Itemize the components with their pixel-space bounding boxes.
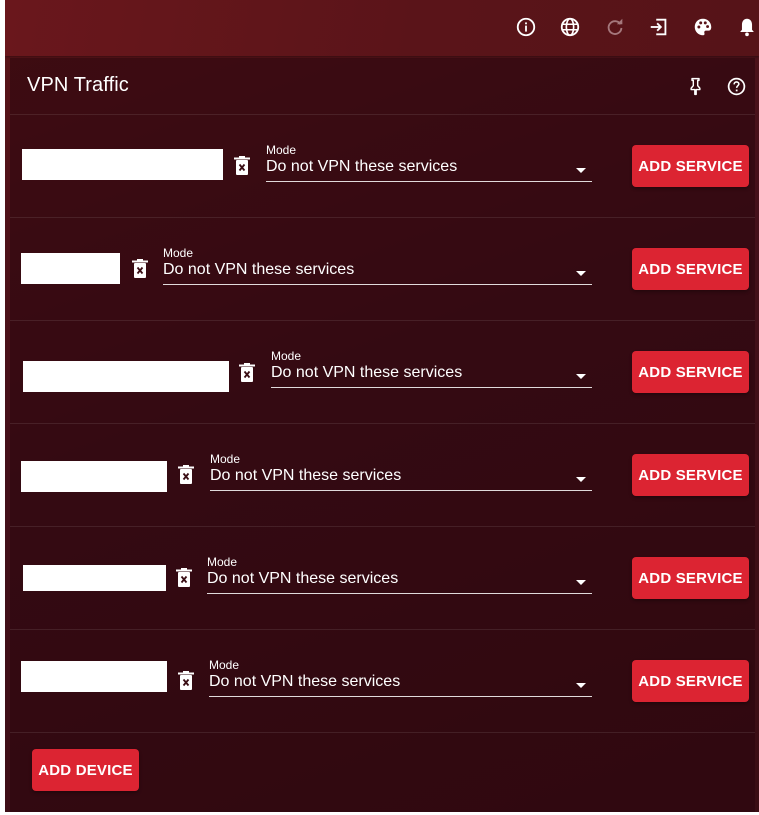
select-underline bbox=[210, 490, 592, 491]
select-underline bbox=[207, 593, 592, 594]
info-icon[interactable] bbox=[513, 14, 539, 40]
card-title: VPN Traffic bbox=[27, 74, 129, 96]
mode-value: Do not VPN these services bbox=[266, 158, 458, 175]
device-row: Mode Do not VPN these services ADD SERVI… bbox=[10, 424, 755, 527]
add-service-button[interactable]: ADD SERVICE bbox=[632, 454, 749, 496]
mode-value: Do not VPN these services bbox=[210, 467, 402, 484]
device-row: Mode Do not VPN these services ADD SERVI… bbox=[10, 630, 755, 733]
select-underline bbox=[266, 181, 592, 182]
mode-select[interactable]: Mode Do not VPN these services bbox=[266, 143, 592, 183]
add-service-button[interactable]: ADD SERVICE bbox=[632, 660, 749, 702]
device-row: Mode Do not VPN these services ADD SERVI… bbox=[10, 218, 755, 321]
device-row: Mode Do not VPN these services ADD SERVI… bbox=[10, 321, 755, 424]
help-icon[interactable] bbox=[724, 74, 748, 98]
mode-label: Mode bbox=[209, 658, 240, 672]
bell-icon[interactable] bbox=[734, 14, 759, 40]
delete-icon[interactable] bbox=[177, 464, 195, 486]
delete-icon[interactable] bbox=[175, 567, 193, 589]
device-name-input[interactable] bbox=[21, 461, 167, 492]
delete-icon[interactable] bbox=[131, 258, 149, 280]
top-app-bar bbox=[5, 0, 759, 56]
mode-value: Do not VPN these services bbox=[207, 570, 399, 587]
logout-icon[interactable] bbox=[646, 14, 672, 40]
mode-select[interactable]: Mode Do not VPN these services bbox=[207, 555, 592, 595]
add-service-button[interactable]: ADD SERVICE bbox=[632, 145, 749, 187]
add-service-button[interactable]: ADD SERVICE bbox=[632, 557, 749, 599]
dropdown-arrow-icon bbox=[576, 580, 586, 585]
mode-label: Mode bbox=[266, 143, 297, 157]
row-divider bbox=[10, 732, 755, 733]
palette-icon[interactable] bbox=[690, 14, 716, 40]
mode-label: Mode bbox=[271, 349, 302, 363]
globe-icon[interactable] bbox=[557, 14, 583, 40]
mode-label: Mode bbox=[163, 246, 194, 260]
dropdown-arrow-icon bbox=[576, 168, 586, 173]
device-name-input[interactable] bbox=[23, 565, 166, 591]
mode-select[interactable]: Mode Do not VPN these services bbox=[210, 452, 592, 492]
dropdown-arrow-icon bbox=[576, 683, 586, 688]
add-service-button[interactable]: ADD SERVICE bbox=[632, 351, 749, 393]
mode-select[interactable]: Mode Do not VPN these services bbox=[163, 246, 592, 286]
device-name-input[interactable] bbox=[22, 149, 223, 180]
vpn-traffic-card: VPN Traffic Mode Do not VPN these servic… bbox=[10, 58, 755, 812]
mode-label: Mode bbox=[207, 555, 238, 569]
delete-icon[interactable] bbox=[238, 362, 256, 384]
device-row: Mode Do not VPN these services ADD SERVI… bbox=[10, 527, 755, 630]
add-device-button[interactable]: ADD DEVICE bbox=[32, 749, 139, 791]
mode-select[interactable]: Mode Do not VPN these services bbox=[271, 349, 592, 389]
pin-icon[interactable] bbox=[683, 74, 707, 98]
dropdown-arrow-icon bbox=[576, 271, 586, 276]
delete-icon[interactable] bbox=[177, 670, 195, 692]
app-window: VPN Traffic Mode Do not VPN these servic… bbox=[5, 0, 759, 812]
mode-value: Do not VPN these services bbox=[271, 364, 463, 381]
select-underline bbox=[163, 284, 592, 285]
dropdown-arrow-icon bbox=[576, 477, 586, 482]
device-name-input[interactable] bbox=[21, 661, 167, 692]
device-name-input[interactable] bbox=[23, 361, 229, 392]
mode-label: Mode bbox=[210, 452, 241, 466]
select-underline bbox=[209, 696, 592, 697]
dropdown-arrow-icon bbox=[576, 374, 586, 379]
mode-value: Do not VPN these services bbox=[163, 261, 355, 278]
add-service-button[interactable]: ADD SERVICE bbox=[632, 248, 749, 290]
refresh-icon bbox=[602, 14, 628, 40]
select-underline bbox=[271, 387, 592, 388]
device-row: Mode Do not VPN these services ADD SERVI… bbox=[10, 115, 755, 218]
mode-select[interactable]: Mode Do not VPN these services bbox=[209, 658, 592, 698]
device-name-input[interactable] bbox=[21, 253, 120, 284]
delete-icon[interactable] bbox=[233, 155, 251, 177]
mode-value: Do not VPN these services bbox=[209, 673, 401, 690]
